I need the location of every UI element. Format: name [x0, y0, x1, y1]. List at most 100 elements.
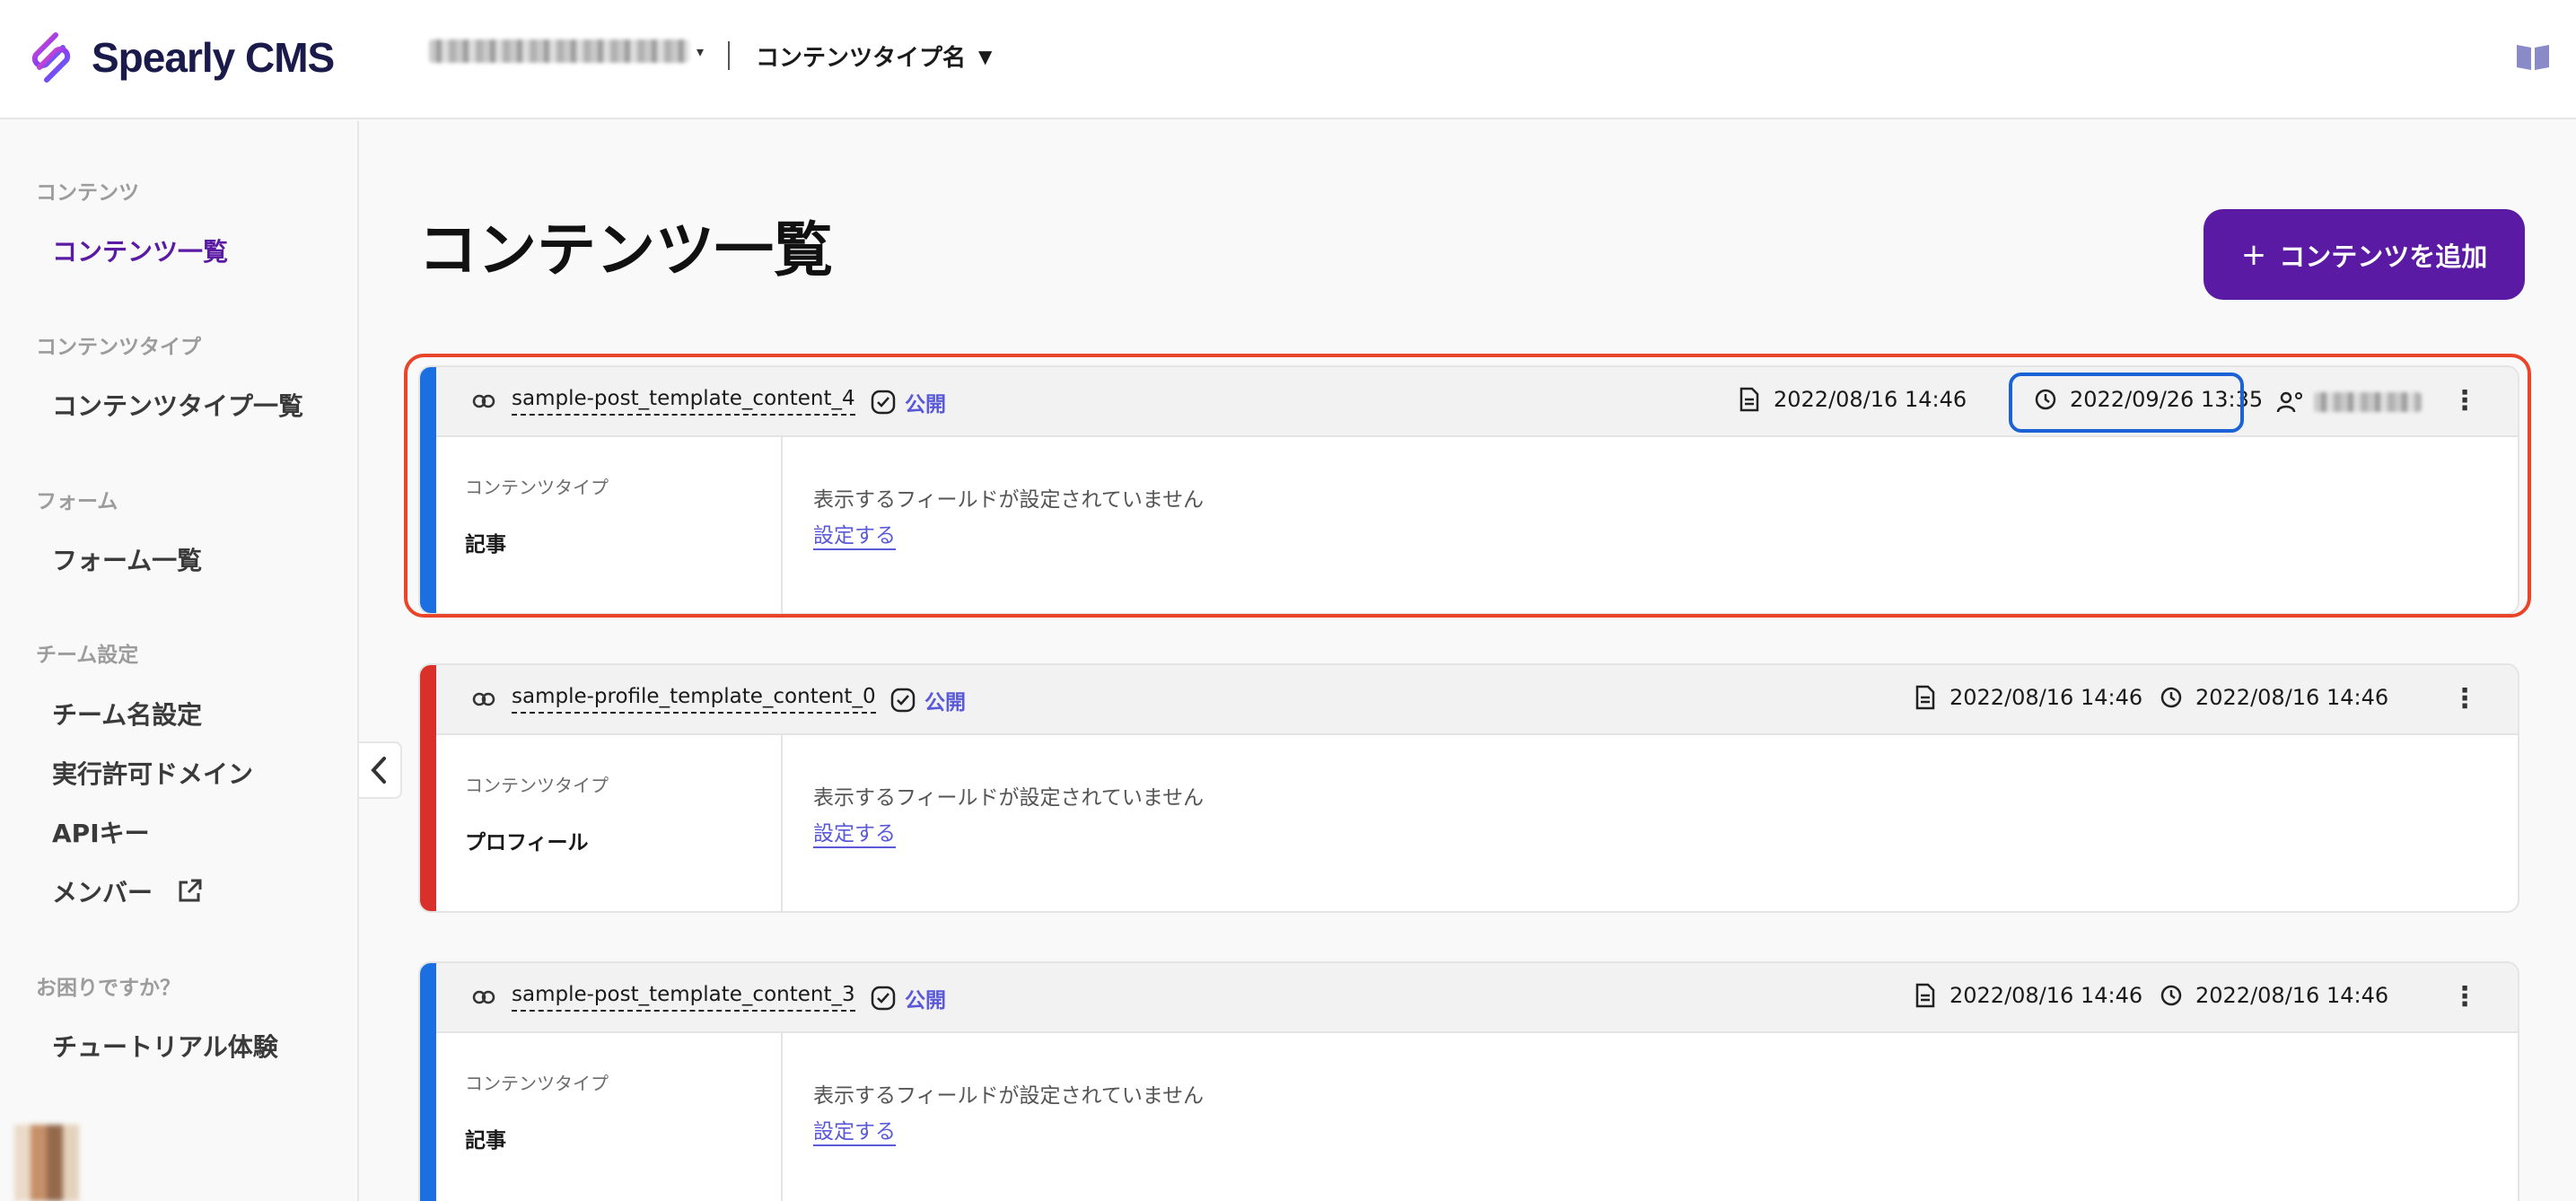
card-header: sample-profile_template_content_0 公開 202… [436, 665, 2518, 735]
sidebar-item-form-list[interactable]: フォーム一覧 [52, 541, 202, 577]
sidebar-item-label: 実行許可ドメイン [52, 759, 254, 789]
history-icon [2035, 389, 2056, 410]
content-type-value: プロフィール [465, 831, 589, 855]
external-link-icon [179, 879, 202, 902]
history-icon [2160, 687, 2182, 708]
document-icon [1915, 983, 1935, 1008]
document-icon [1915, 685, 1935, 710]
content-slug-link[interactable]: sample-post_template_content_3 [472, 983, 855, 1012]
created-date: 2022/08/16 14:46 [1738, 387, 1967, 412]
sidebar: コンテンツ コンテンツ一覧 コンテンツタイプ コンテンツタイプ一覧 フォーム フ… [0, 121, 359, 1201]
updated-date-value: 2022/08/16 14:46 [2195, 983, 2389, 1008]
more-options-icon[interactable]: ⋮ [2451, 385, 2478, 416]
app-name: Spearly CMS [92, 34, 335, 81]
card-status-stripe [420, 367, 436, 613]
content-slug-link[interactable]: sample-profile_template_content_0 [472, 685, 876, 714]
plus-icon: + [2240, 236, 2267, 273]
content-slug: sample-post_template_content_3 [512, 983, 855, 1012]
sidebar-item-label: メンバー [52, 878, 153, 907]
created-date: 2022/08/16 14:46 [1914, 983, 2142, 1008]
content-slug: sample-post_template_content_4 [512, 387, 855, 416]
chevron-left-icon [371, 757, 386, 784]
sidebar-item-label: APIキー [52, 819, 150, 848]
add-content-button[interactable]: + コンテンツを追加 [2204, 209, 2525, 300]
more-options-icon[interactable]: ⋮ [2451, 683, 2478, 714]
check-badge-icon [890, 688, 916, 713]
status-badge: 公開 [890, 685, 966, 715]
add-content-label: コンテンツを追加 [2279, 241, 2488, 272]
status-label: 公開 [905, 393, 946, 416]
configure-fields-link[interactable]: 設定する [813, 816, 896, 848]
content-type-label: コンテンツタイプ [465, 1073, 609, 1094]
sidebar-collapse-button[interactable] [359, 741, 402, 799]
page-title: コンテンツ一覧 [418, 215, 833, 285]
content-card[interactable]: sample-post_template_content_3 公開 2022/0… [418, 961, 2519, 1201]
sidebar-section-content-type: コンテンツタイプ [36, 336, 201, 359]
sidebar-item-label: コンテンツタイプ一覧 [52, 391, 304, 421]
created-date-value: 2022/08/16 14:46 [1950, 983, 2143, 1008]
sidebar-item-allowed-domains[interactable]: 実行許可ドメイン [52, 755, 253, 791]
check-badge-icon [871, 390, 896, 415]
sidebar-item-content-type-list[interactable]: コンテンツタイプ一覧 [52, 387, 303, 423]
team-selector[interactable]: ▾ [429, 39, 704, 63]
updated-date: 2022/08/16 14:46 [2160, 983, 2388, 1008]
document-icon [1739, 387, 1759, 412]
content-type-selector[interactable]: コンテンツタイプ名 ▼ [756, 39, 992, 73]
content-type-label: コンテンツタイプ [465, 775, 609, 796]
sidebar-section-help: お困りですか？ [36, 977, 180, 1000]
sidebar-item-label: フォーム一覧 [52, 546, 203, 575]
card-status-stripe [420, 665, 436, 911]
updated-by-user [2276, 390, 2422, 414]
link-icon [472, 990, 495, 1004]
card-header: sample-post_template_content_3 公開 2022/0… [436, 963, 2518, 1033]
chevron-down-icon: ▾ [697, 42, 705, 60]
sidebar-item-tutorial[interactable]: チュートリアル体験 [52, 1028, 278, 1064]
sidebar-section-content: コンテンツ [36, 181, 139, 205]
user-name-redacted [2314, 392, 2422, 412]
team-name-redacted [429, 39, 689, 63]
status-label: 公開 [905, 989, 946, 1013]
created-date: 2022/08/16 14:46 [1914, 685, 2142, 710]
content-card[interactable]: sample-profile_template_content_0 公開 202… [418, 663, 2519, 913]
configure-fields-link[interactable]: 設定する [813, 1114, 896, 1146]
content-type-value: 記事 [465, 533, 506, 557]
sidebar-item-label: コンテンツ一覧 [52, 237, 229, 267]
updated-date: 2022/09/26 13:35 [2034, 387, 2263, 412]
card-header: sample-post_template_content_4 公開 2022/0… [436, 367, 2518, 437]
created-date-value: 2022/08/16 14:46 [1774, 387, 1967, 412]
link-icon [472, 692, 495, 706]
content-slug: sample-profile_template_content_0 [512, 685, 876, 714]
content-type-name: コンテンツタイプ名 [756, 45, 967, 72]
content-type-column: コンテンツタイプ 記事 [436, 1033, 783, 1201]
sidebar-item-api-keys[interactable]: APIキー [52, 814, 150, 850]
more-options-icon[interactable]: ⋮ [2451, 981, 2478, 1013]
sidebar-item-members[interactable]: メンバー [52, 873, 203, 909]
app-logo[interactable]: Spearly CMS [23, 30, 335, 85]
fields-column: 表示するフィールドが設定されていません 設定する [813, 735, 2518, 911]
avatar[interactable] [14, 1125, 79, 1201]
chevron-down-icon: ▼ [978, 45, 993, 67]
configure-fields-link[interactable]: 設定する [813, 518, 896, 550]
content-card[interactable]: sample-post_template_content_4 公開 2022/0… [418, 365, 2519, 615]
updated-date-value: 2022/08/16 14:46 [2195, 685, 2389, 710]
sidebar-section-form: フォーム [36, 490, 118, 513]
content-slug-link[interactable]: sample-post_template_content_4 [472, 387, 855, 416]
header-divider [728, 41, 730, 70]
status-label: 公開 [924, 691, 966, 714]
spearly-logo-icon [31, 32, 71, 83]
user-gear-icon [2276, 391, 2302, 413]
content-type-column: コンテンツタイプ プロフィール [436, 735, 783, 911]
created-date-value: 2022/08/16 14:46 [1950, 685, 2143, 710]
content-type-value: 記事 [465, 1129, 506, 1153]
content-type-label: コンテンツタイプ [465, 477, 609, 498]
sidebar-item-team-name[interactable]: チーム名設定 [52, 696, 202, 732]
no-fields-message: 表示するフィールドが設定されていません [813, 488, 1205, 512]
card-status-stripe [420, 963, 436, 1201]
book-icon[interactable] [2515, 41, 2551, 72]
sidebar-section-team-settings: チーム設定 [36, 644, 139, 667]
content-type-column: コンテンツタイプ 記事 [436, 437, 783, 613]
status-badge: 公開 [871, 387, 946, 417]
no-fields-message: 表示するフィールドが設定されていません [813, 1084, 1205, 1108]
sidebar-item-content-list[interactable]: コンテンツ一覧 [52, 232, 228, 268]
updated-date: 2022/08/16 14:46 [2160, 685, 2388, 710]
